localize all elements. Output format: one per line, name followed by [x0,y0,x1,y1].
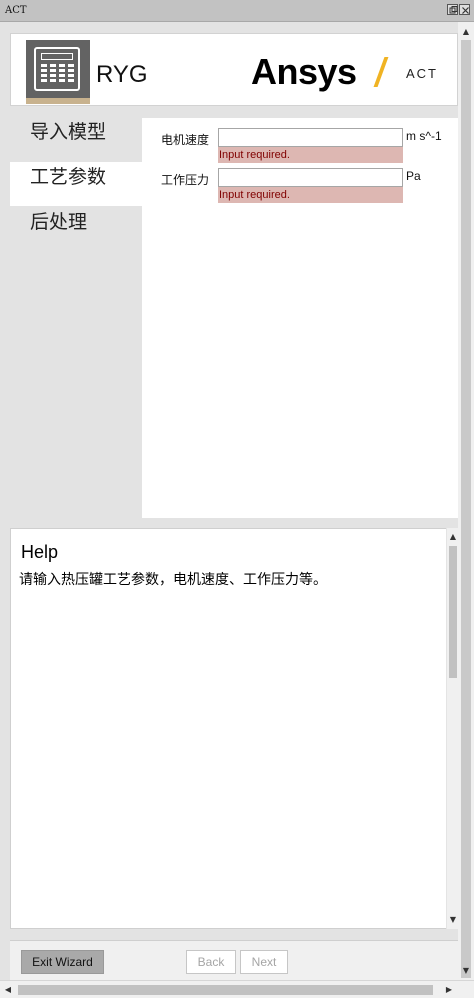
brand-slash [373,57,389,87]
motor-speed-unit: m s^-1 [406,129,442,143]
nav-item-post-processing[interactable]: 后处理 [10,207,142,251]
app-name: RYG [96,61,148,88]
working-pressure-error: Input required. [218,187,403,203]
nav-item-process-params[interactable]: 工艺参数 [10,162,142,206]
motor-speed-input[interactable] [218,128,403,147]
wizard-footer: Exit Wizard Back Next [10,940,458,980]
help-text: 请输入热压罐工艺参数，电机速度、工作压力等。 [19,572,327,588]
horizontal-scrollbar[interactable]: ◀ ▶ [0,980,474,998]
help-panel: Help 请输入热压罐工艺参数，电机速度、工作压力等。 [10,528,458,929]
horizontal-scroll-thumb[interactable] [18,985,433,995]
help-title: Help [21,542,59,562]
help-scrollbar[interactable]: ▲ ▼ [446,528,458,929]
field-label-working-pressure: 工作压力 [161,173,210,187]
close-icon[interactable] [459,4,470,15]
page-scroll-thumb[interactable] [461,40,471,978]
title-bar: ACT [0,0,474,22]
wizard-header: RYG Ansys ACT [10,33,458,106]
app-icon-base [26,98,90,104]
back-button[interactable]: Back [186,950,236,974]
brand-suffix: ACT [406,66,438,81]
help-scroll-thumb[interactable] [449,546,457,678]
next-button[interactable]: Next [240,950,288,974]
calculator-icon [26,40,90,103]
form-panel: 电机速度 m s^-1 Input required. 工作压力 Pa Inpu… [142,118,458,518]
chevron-left-icon[interactable]: ◀ [2,983,14,997]
restore-icon[interactable] [447,4,458,15]
chevron-up-icon[interactable]: ▲ [448,530,458,544]
working-pressure-input[interactable] [218,168,403,187]
window-title: ACT [5,5,27,16]
motor-speed-error: Input required. [218,147,403,163]
nav-item-import-model[interactable]: 导入模型 [10,117,142,161]
chevron-down-icon[interactable]: ▼ [461,964,471,978]
chevron-right-icon[interactable]: ▶ [443,983,455,997]
brand-logo: Ansys [251,51,357,92]
chevron-down-icon[interactable]: ▼ [448,913,458,927]
exit-wizard-button[interactable]: Exit Wizard [21,950,104,974]
field-label-motor-speed: 电机速度 [161,133,210,147]
page-scrollbar[interactable]: ▲ ▼ [458,22,474,980]
working-pressure-unit: Pa [406,169,421,183]
chevron-up-icon[interactable]: ▲ [461,25,471,39]
